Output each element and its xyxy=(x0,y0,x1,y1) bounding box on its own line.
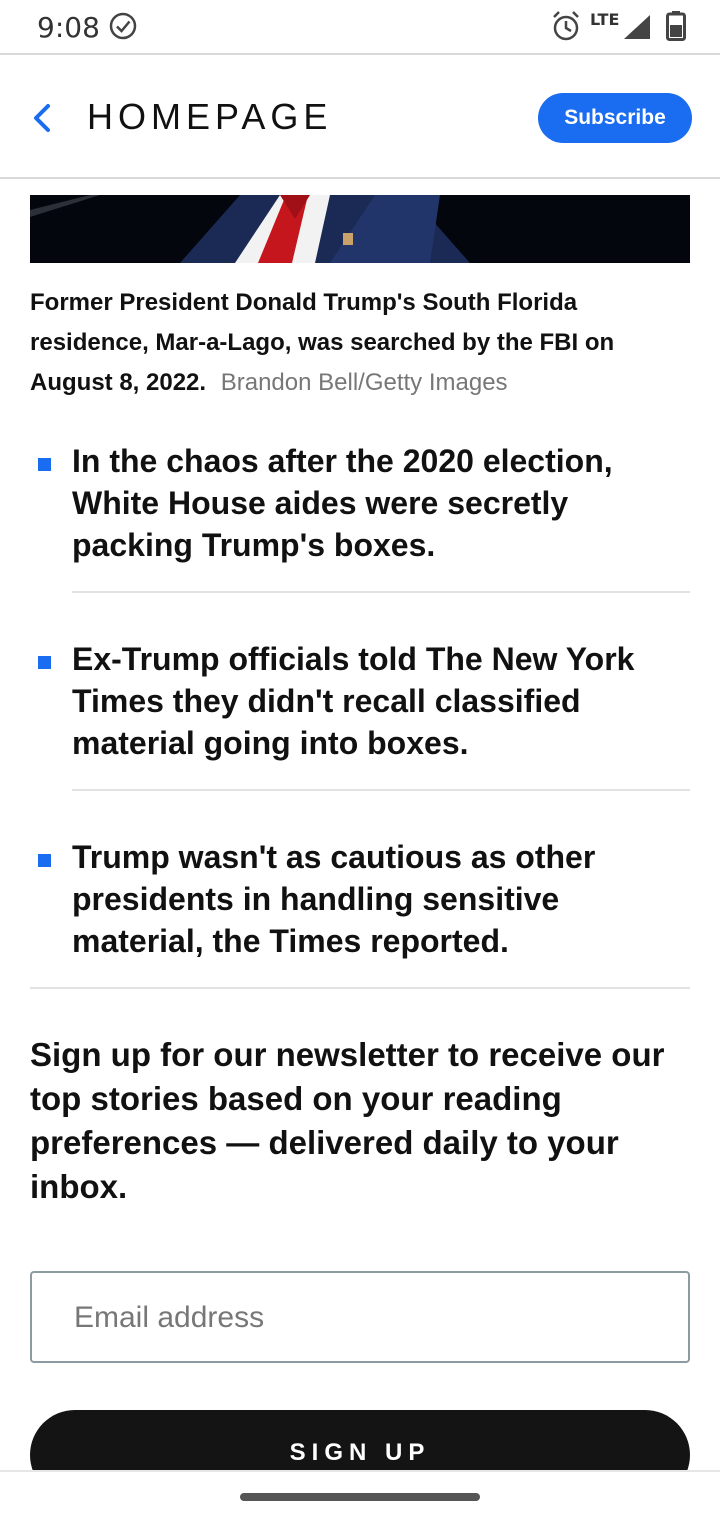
key-point-text: Ex-Trump officials told The New York Tim… xyxy=(72,641,635,761)
alarm-icon xyxy=(553,11,579,41)
check-circle-icon xyxy=(109,12,137,40)
system-nav-bar xyxy=(0,1470,720,1522)
back-arrow-icon[interactable] xyxy=(28,101,56,135)
bullet-square-icon xyxy=(38,458,51,471)
key-point-text: In the chaos after the 2020 election, Wh… xyxy=(72,443,613,563)
home-gesture-handle[interactable] xyxy=(240,1493,480,1501)
status-bar: 9:08 LTE xyxy=(0,0,720,53)
photo-credit: Brandon Bell/Getty Images xyxy=(220,369,508,396)
photo-caption: Former President Donald Trump's South Fl… xyxy=(30,283,690,403)
email-input[interactable] xyxy=(72,1273,676,1363)
signal-icon xyxy=(624,15,650,39)
network-type: LTE xyxy=(590,10,620,29)
subscribe-button[interactable]: Subscribe xyxy=(538,93,692,143)
header-divider xyxy=(0,177,720,179)
status-time: 9:08 xyxy=(37,11,100,44)
bullet-square-icon xyxy=(38,854,51,867)
section-divider xyxy=(30,987,690,989)
app-header: HOMEPAGE Subscribe xyxy=(0,55,720,177)
bullet-divider xyxy=(72,591,690,593)
bullet-divider xyxy=(72,789,690,791)
email-field-container xyxy=(30,1271,690,1363)
photo-illustration xyxy=(30,195,690,263)
article-photo xyxy=(30,195,690,263)
newsletter-heading: Sign up for our newsletter to receive ou… xyxy=(30,1036,665,1205)
key-point-text: Trump wasn't as cautious as other presid… xyxy=(72,839,596,959)
battery-icon xyxy=(666,11,686,41)
homepage-link[interactable]: HOMEPAGE xyxy=(87,96,332,138)
bullet-square-icon xyxy=(38,656,51,669)
